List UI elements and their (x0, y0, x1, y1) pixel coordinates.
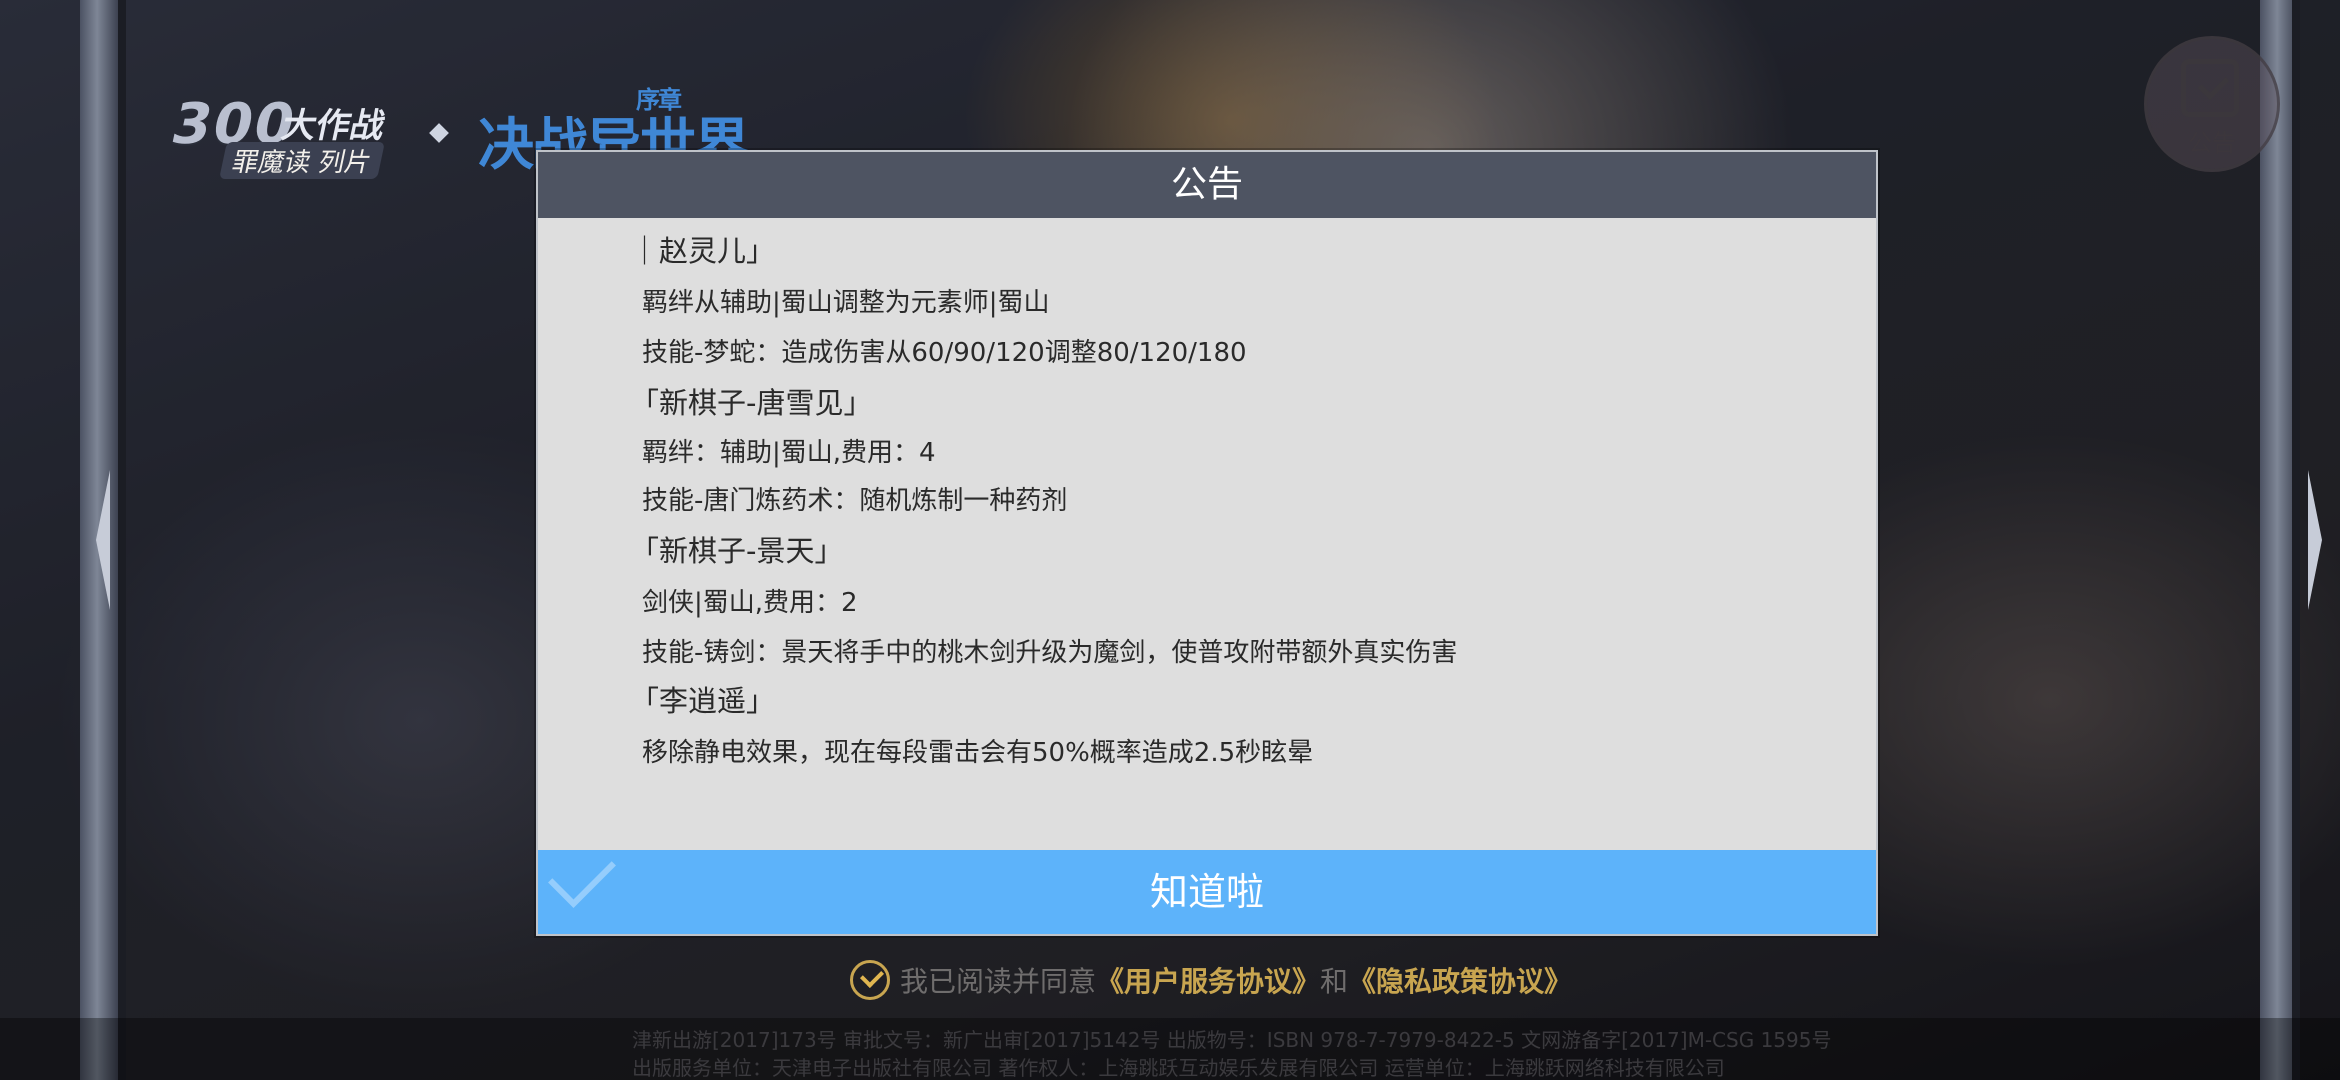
game-screen: 300 大作战 罪魔读 列片 决战异世界 序章 公告 我已阅读并同意 《用户服务… (0, 0, 2340, 1080)
notice-button[interactable]: 公告 (2144, 36, 2280, 172)
agreement-row: 我已阅读并同意 《用户服务协议》 和 《隐私政策协议》 (850, 958, 1572, 1002)
collab-logo-tag: 序章 (636, 86, 682, 114)
announcement-item: 羁绊：辅助|蜀山,费用：4 (642, 438, 936, 468)
announcement-dialog: 公告 ｜赵灵儿」 羁绊从辅助|蜀山调整为元素师|蜀山 技能-梦蛇：造成伤害从60… (536, 150, 1878, 936)
announcement-item: 剑侠|蜀山,费用：2 (642, 588, 858, 618)
right-side-rail (2292, 0, 2300, 1080)
notice-button-label: 公告 (2188, 129, 2236, 157)
license-line-2: 出版服务单位：天津电子出版社有限公司 著作权人：上海跳跃互动娱乐发展有限公司 运… (632, 1056, 1725, 1080)
announcement-body[interactable]: ｜赵灵儿」 羁绊从辅助|蜀山调整为元素师|蜀山 技能-梦蛇：造成伤害从60/90… (538, 218, 1876, 850)
confirm-button-label: 知道啦 (1149, 870, 1264, 914)
announcement-item: 羁绊从辅助|蜀山调整为元素师|蜀山 (642, 288, 1050, 318)
game-logo: 300 大作战 罪魔读 列片 (160, 92, 419, 182)
dialog-header: 公告 (538, 152, 1876, 218)
license-footer: 津新出游[2017]173号 审批文号：新广出审[2017]5142号 出版物号… (0, 1018, 2340, 1080)
announcement-heading: 「新棋子-唐雪见」 (630, 386, 873, 420)
announcement-item: 技能-梦蛇：造成伤害从60/90/120调整80/120/180 (642, 338, 1247, 368)
announcement-heading: 「新棋子-景天」 (630, 534, 844, 568)
announcement-heading: ｜赵灵儿」 (630, 234, 776, 268)
agreement-and: 和 (1320, 965, 1349, 998)
user-agreement-link[interactable]: 《用户服务协议》 (1096, 960, 1320, 1000)
announcement-item: 技能-铸剑：景天将手中的桃木剑升级为魔剑，使普攻附带额外真实伤害 (642, 638, 1458, 668)
dialog-title: 公告 (1170, 164, 1243, 205)
game-logo-tag: 大作战 (278, 106, 389, 146)
agreement-prefix: 我已阅读并同意 (900, 965, 1097, 998)
agreement-checkbox[interactable] (850, 960, 890, 1000)
left-side-rail (118, 0, 126, 1080)
license-line-1: 津新出游[2017]173号 审批文号：新广出审[2017]5142号 出版物号… (632, 1028, 1832, 1052)
clipboard-check-icon (2181, 59, 2239, 117)
game-logo-sub: 罪魔读 列片 (219, 142, 386, 179)
announcement-item: 移除静电效果，现在每段雷击会有50%概率造成2.5秒眩晕 (642, 738, 1314, 768)
confirm-button[interactable]: 知道啦 (538, 840, 1876, 934)
left-arrow-icon (96, 470, 110, 610)
announcement-heading: 「李逍遥」 (630, 684, 776, 718)
announcement-item: 技能-唐门炼药术：随机炼制一种药剂 (642, 486, 1068, 516)
privacy-policy-link[interactable]: 《隐私政策协议》 (1348, 960, 1572, 1000)
right-arrow-icon (2308, 470, 2322, 610)
